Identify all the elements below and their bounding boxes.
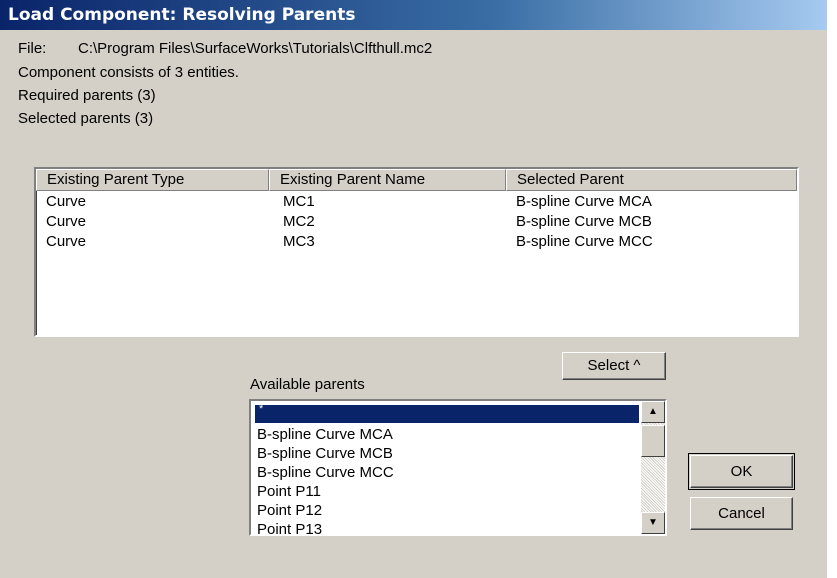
list-item[interactable]: B-spline Curve MCA <box>257 425 393 444</box>
table-cell[interactable]: Curve <box>46 193 86 210</box>
parents-table[interactable]: Existing Parent Type Existing Parent Nam… <box>34 167 799 337</box>
list-item[interactable]: Point P12 <box>257 501 322 520</box>
ok-button[interactable]: OK <box>690 455 793 488</box>
select-button[interactable]: Select ^ <box>562 352 666 380</box>
table-cell[interactable]: B-spline Curve MCA <box>516 193 652 210</box>
table-cell[interactable]: MC2 <box>283 213 315 230</box>
scroll-down-arrow-icon[interactable]: ▼ <box>641 512 665 534</box>
column-header-selected[interactable]: Selected Parent <box>506 169 797 191</box>
list-item[interactable]: Point P13 <box>257 520 322 534</box>
window-title: Load Component: Resolving Parents <box>8 5 356 25</box>
available-parents-label: Available parents <box>250 376 365 393</box>
entities-count-text: Component consists of 3 entities. <box>18 64 239 81</box>
title-bar[interactable]: Load Component: Resolving Parents <box>0 0 827 30</box>
table-cell[interactable]: B-spline Curve MCC <box>516 233 653 250</box>
list-item-selected[interactable]: * <box>255 403 639 423</box>
list-item[interactable]: Point P11 <box>257 482 321 501</box>
scroll-thumb[interactable] <box>641 425 665 457</box>
selected-parents-text: Selected parents (3) <box>18 110 154 127</box>
scroll-up-arrow-icon[interactable]: ▲ <box>641 401 665 423</box>
file-label: File: <box>18 40 47 57</box>
file-path: C:\Program Files\SurfaceWorks\Tutorials\… <box>78 40 433 57</box>
table-cell[interactable]: Curve <box>46 213 86 230</box>
cancel-button[interactable]: Cancel <box>690 497 793 530</box>
list-item[interactable]: B-spline Curve MCB <box>257 444 393 463</box>
required-parents-text: Required parents (3) <box>18 87 156 104</box>
column-header-name[interactable]: Existing Parent Name <box>269 169 506 191</box>
list-item-label: * <box>259 403 264 415</box>
list-scrollbar[interactable]: ▲ ▼ <box>641 401 665 534</box>
load-component-dialog: Load Component: Resolving Parents File: … <box>0 0 827 578</box>
table-cell[interactable]: MC3 <box>283 233 315 250</box>
available-parents-list[interactable]: * B-spline Curve MCA B-spline Curve MCB … <box>249 399 667 536</box>
table-cell[interactable]: B-spline Curve MCB <box>516 213 652 230</box>
column-header-type[interactable]: Existing Parent Type <box>36 169 269 191</box>
list-item[interactable]: B-spline Curve MCC <box>257 463 394 482</box>
table-cell[interactable]: MC1 <box>283 193 315 210</box>
table-cell[interactable]: Curve <box>46 233 86 250</box>
